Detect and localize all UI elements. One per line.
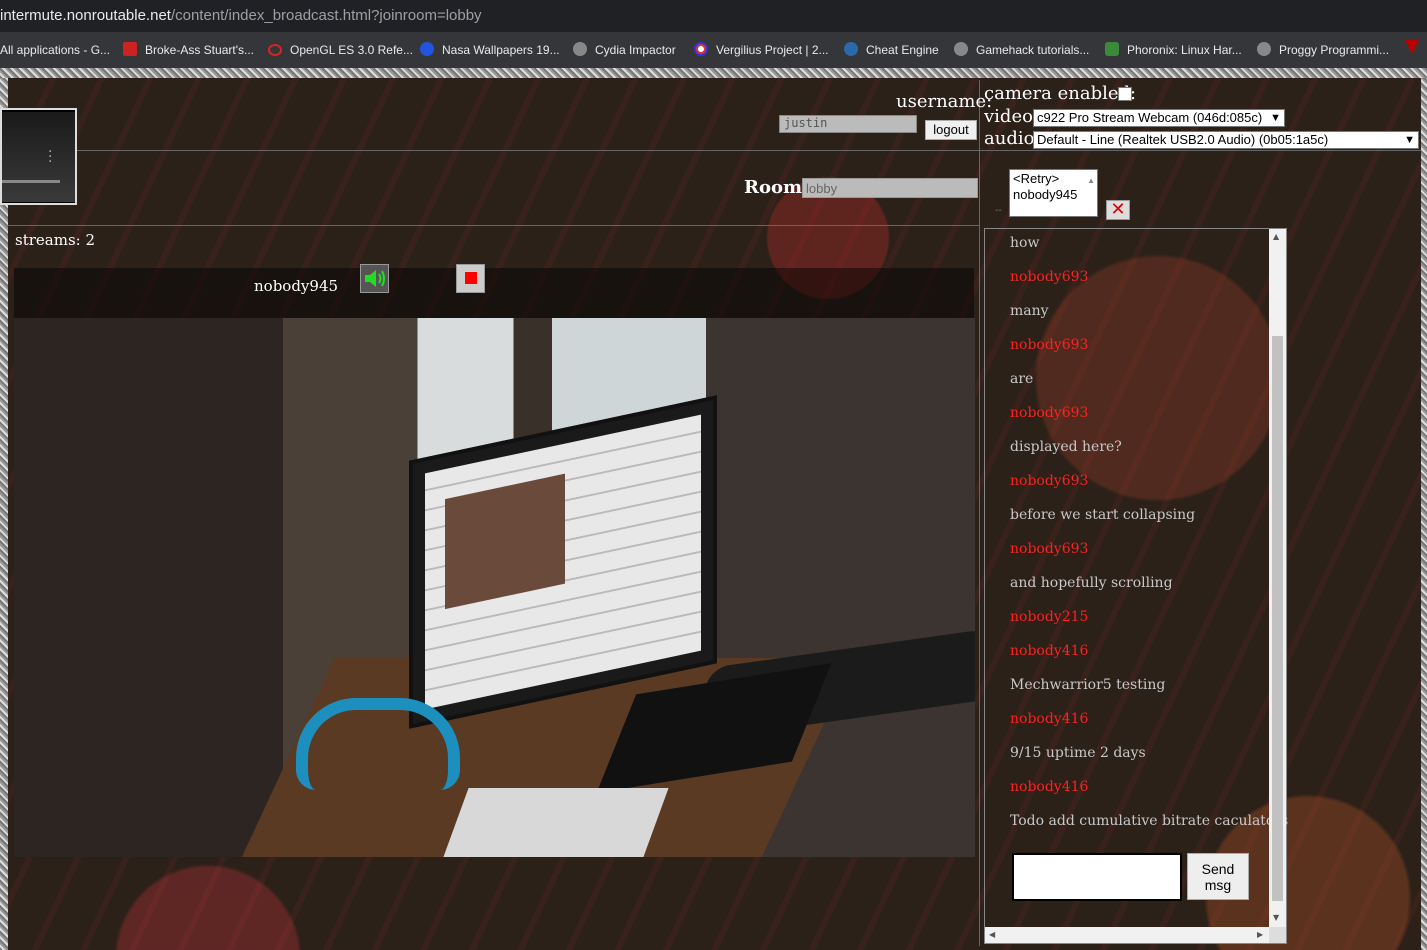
vergilius-icon [694, 42, 708, 56]
chat-username: nobody693 [1010, 541, 1089, 557]
divider [8, 150, 1421, 151]
chat-username: nobody693 [1010, 269, 1089, 285]
chat-hscrollbar[interactable]: ◀ ▶ [985, 927, 1269, 943]
chat-message: are [1010, 371, 1034, 387]
globe-icon [954, 42, 968, 56]
bookmark-item[interactable]: All applications - G... [0, 41, 110, 59]
video-selected: c922 Pro Stream Webcam (046d:085c) [1037, 110, 1263, 125]
stop-stream-button[interactable] [456, 264, 485, 293]
list-item[interactable]: <Retry> [1013, 171, 1094, 187]
phoronix-icon [1105, 42, 1119, 56]
bookmark-item[interactable]: Proggy Programmi... [1257, 41, 1389, 59]
close-room-button[interactable]: ✕ [1106, 200, 1130, 220]
username-label: username: [896, 91, 993, 112]
scrollbar-corner [1269, 927, 1286, 943]
video-scene-laptop [439, 788, 669, 857]
bookmark-item[interactable]: Phoronix: Linux Har... [1105, 41, 1242, 59]
chat-scrollbar[interactable]: ▲ ▼ [1269, 229, 1286, 927]
room-label: Room: [744, 177, 809, 198]
scroll-up-icon[interactable]: ▲ [1273, 232, 1279, 241]
globe-icon [1257, 42, 1271, 56]
chat-message-input[interactable] [1012, 853, 1182, 901]
room-user-list[interactable]: <Retry> nobody945 ▲ [1009, 169, 1098, 217]
room-input[interactable]: lobby [802, 178, 978, 198]
stream-username: nobody945 [254, 277, 339, 295]
chat-message: Mechwarrior5 testing [1010, 677, 1166, 693]
bookmark-item[interactable]: Cydia Impactor [573, 41, 676, 59]
stream-header [14, 268, 974, 318]
chat-username: nobody215 [1010, 609, 1089, 625]
chevron-down-icon: ▼ [1270, 112, 1281, 124]
chat-message: and hopefully scrolling [1010, 575, 1173, 591]
video-label: video: [984, 106, 1040, 127]
logout-button[interactable]: logout [925, 120, 977, 140]
page-border-left [0, 78, 8, 950]
audio-select[interactable]: Default - Line (Realtek USB2.0 Audio) (0… [1033, 131, 1419, 149]
address-bar[interactable]: intermute.nonroutable.net/content/index_… [0, 0, 1427, 32]
separator-mark: -- [995, 205, 1002, 216]
video-scene-headphones [296, 698, 460, 790]
scrollbar-thumb[interactable] [1272, 336, 1283, 901]
scroll-up-icon[interactable]: ▲ [1087, 173, 1095, 189]
chat-message: Todo add cumulative bitrate caculators [1010, 813, 1289, 829]
chat-log: how nobody693 many nobody693 are nobody693 dis… [985, 229, 1288, 839]
preview-progress[interactable] [2, 180, 60, 183]
audio-selected: Default - Line (Realtek USB2.0 Audio) (0… [1037, 132, 1329, 147]
bookmark-item[interactable]: OpenGL ES 3.0 Refe... [268, 41, 413, 59]
close-icon: ✕ [1110, 199, 1126, 220]
stop-icon [465, 272, 477, 284]
chat-message: displayed here? [1010, 439, 1122, 455]
scroll-right-icon[interactable]: ▶ [1257, 930, 1263, 939]
page-border-top [0, 68, 1427, 78]
bookmarks-bar: All applications - G... Broke-Ass Stuart… [0, 32, 1427, 68]
preview-video: · · · [2, 112, 75, 202]
more-options-icon[interactable]: · · · [48, 145, 52, 169]
chat-username: nobody416 [1010, 779, 1089, 795]
streams-count: streams: 2 [15, 231, 96, 249]
bookmark-item[interactable]: Gamehack tutorials... [954, 41, 1089, 59]
scroll-left-icon[interactable]: ◀ [989, 930, 995, 939]
scroll-down-icon[interactable]: ▼ [1273, 913, 1279, 922]
chat-message: before we start collapsing [1010, 507, 1196, 523]
url-path: /content/index_broadcast.html?joinroom=l… [170, 7, 482, 24]
remote-video[interactable] [14, 318, 975, 857]
chat-username: nobody693 [1010, 337, 1089, 353]
bookmark-item[interactable]: Broke-Ass Stuart's... [123, 41, 254, 59]
divider [8, 225, 980, 226]
bookmark-item[interactable]: Vergilius Project | 2... [694, 41, 829, 59]
cheat-engine-icon [844, 42, 858, 56]
globe-icon [573, 42, 587, 56]
chat-username: nobody693 [1010, 473, 1089, 489]
bookmark-item[interactable]: Nasa Wallpapers 19... [420, 41, 560, 59]
camera-enabled-checkbox[interactable] [1118, 87, 1132, 101]
opengl-icon [268, 44, 282, 56]
speaker-icon [365, 270, 385, 287]
chat-username: nobody416 [1010, 643, 1089, 659]
mute-audio-button[interactable] [360, 264, 389, 293]
chat-message: how [1010, 235, 1040, 251]
page-border-right [1421, 78, 1427, 950]
video-select[interactable]: c922 Pro Stream Webcam (046d:085c) ▼ [1033, 109, 1285, 127]
chevron-down-icon: ▼ [1404, 134, 1415, 146]
dollar-icon [123, 42, 137, 56]
url-host: intermute.nonroutable.net [0, 7, 171, 24]
send-message-button[interactable]: Send msg [1187, 853, 1249, 900]
camera-enabled-label: camera enabled: [984, 83, 1137, 104]
list-item[interactable]: nobody945 [1013, 187, 1094, 203]
local-preview[interactable]: · · · [0, 108, 77, 205]
divider [979, 80, 980, 946]
chat-username: nobody693 [1010, 405, 1089, 421]
chat-message: many [1010, 303, 1049, 319]
chat-panel: how nobody693 many nobody693 are nobody693 dis… [984, 228, 1288, 944]
bookmark-item[interactable]: Cheat Engine [844, 41, 939, 59]
chat-username: nobody416 [1010, 711, 1089, 727]
username-input[interactable]: justin [779, 115, 917, 133]
nasa-icon [420, 42, 434, 56]
chat-message: 9/15 uptime 2 days [1010, 745, 1146, 761]
